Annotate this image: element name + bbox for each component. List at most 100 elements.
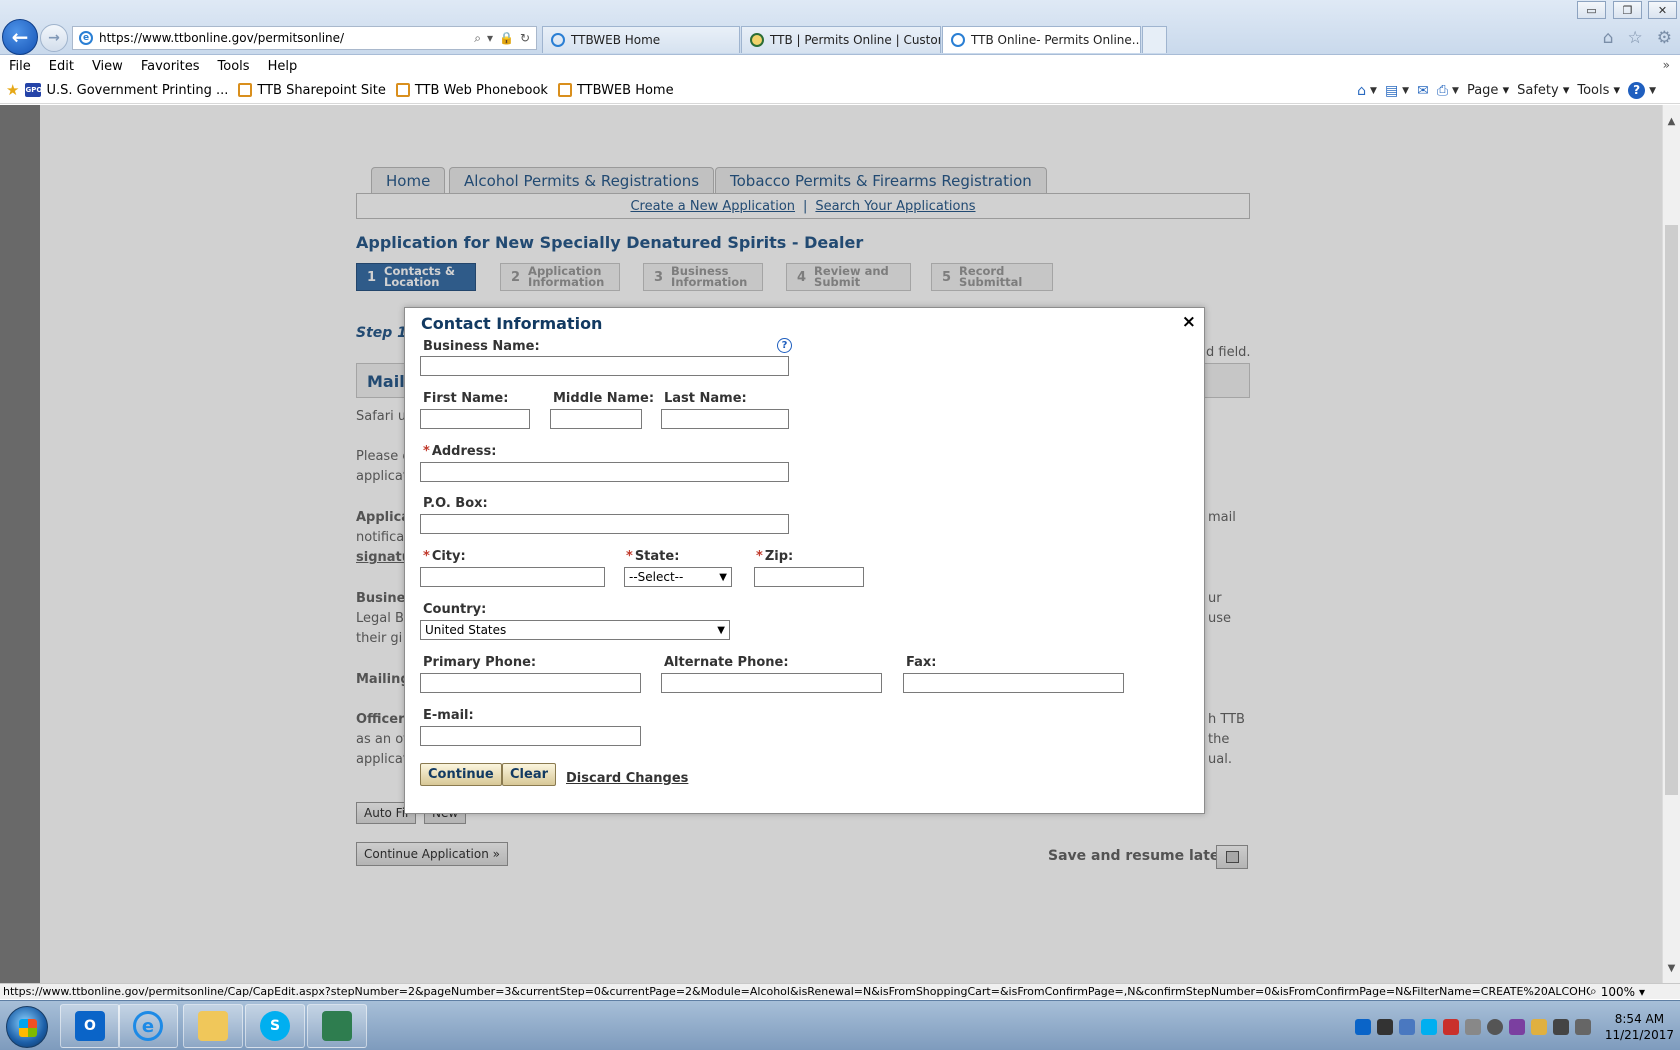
skype-tray-icon[interactable] xyxy=(1420,1019,1437,1035)
volume-tray-icon[interactable] xyxy=(1574,1019,1591,1035)
menu-file[interactable]: File xyxy=(0,59,40,74)
zip-input[interactable] xyxy=(754,567,864,587)
close-dialog-button[interactable]: × xyxy=(1182,312,1196,332)
last-name-input[interactable] xyxy=(661,409,789,429)
refresh-icon[interactable]: ↻ xyxy=(520,31,530,46)
city-input[interactable] xyxy=(420,567,605,587)
clear-button[interactable]: Clear xyxy=(502,763,556,786)
home-icon[interactable]: ⌂ xyxy=(1357,83,1366,99)
menu-edit[interactable]: Edit xyxy=(40,59,83,74)
safety-menu[interactable]: Safety ▾ xyxy=(1517,83,1569,98)
country-select[interactable]: United States ▼ xyxy=(420,620,730,640)
favorite-phonebook[interactable]: TTB Web Phonebook xyxy=(395,83,548,98)
alternate-phone-label: Alternate Phone: xyxy=(664,655,789,670)
start-button[interactable] xyxy=(6,1006,48,1048)
dropdown-arrow-icon[interactable]: ▼ xyxy=(1370,86,1377,96)
print-icon[interactable]: ⎙ xyxy=(1437,83,1448,99)
dropdown-arrow-icon[interactable]: ▼ xyxy=(1452,86,1459,96)
taskbar-internet-explorer[interactable]: e xyxy=(118,1004,178,1048)
po-box-input[interactable] xyxy=(420,514,789,534)
address-bar[interactable]: e https://www.ttbonline.gov/permitsonlin… xyxy=(72,26,537,50)
scroll-thumb[interactable] xyxy=(1665,225,1678,795)
alternate-phone-input[interactable] xyxy=(661,673,882,693)
help-icon[interactable]: ? xyxy=(1628,82,1646,99)
address-input[interactable] xyxy=(420,462,789,482)
zoom-control[interactable]: ⌕ 100% ▾ xyxy=(1590,984,1680,999)
sync-tray-icon[interactable] xyxy=(1486,1019,1503,1035)
outlook-tray-icon[interactable] xyxy=(1354,1019,1371,1035)
favorite-gpo[interactable]: GPO U.S. Government Printing ... xyxy=(25,83,228,98)
shield-tray-icon[interactable] xyxy=(1442,1019,1459,1035)
back-arrow-icon: ← xyxy=(11,25,29,49)
favorites-star-icon[interactable]: ☆ xyxy=(1628,28,1643,48)
menu-tools[interactable]: Tools xyxy=(209,59,259,74)
tool-tray-icon[interactable] xyxy=(1530,1019,1547,1035)
dropdown-arrow-icon[interactable]: ▾ xyxy=(487,31,493,46)
first-name-input[interactable] xyxy=(420,409,530,429)
chevron-down-icon: ▼ xyxy=(717,624,725,636)
scroll-down-icon[interactable]: ▼ xyxy=(1663,960,1680,977)
menu-help[interactable]: Help xyxy=(259,59,307,74)
email-input[interactable] xyxy=(420,726,641,746)
favorite-label: TTB Sharepoint Site xyxy=(257,82,386,98)
home-icon[interactable]: ⌂ xyxy=(1603,28,1614,48)
status-url: https://www.ttbonline.gov/permitsonline/… xyxy=(3,985,1590,998)
device-tray-icon[interactable] xyxy=(1464,1019,1481,1035)
people-tray-icon[interactable] xyxy=(1398,1019,1415,1035)
menu-view[interactable]: View xyxy=(83,59,132,74)
network-tray-icon[interactable] xyxy=(1552,1019,1569,1035)
favorite-icon xyxy=(238,83,253,97)
taskbar-file-explorer[interactable] xyxy=(183,1004,243,1048)
continue-button[interactable]: Continue xyxy=(420,763,502,786)
taskbar-outlook[interactable]: O xyxy=(60,1004,120,1048)
pen-tray-icon[interactable] xyxy=(1376,1019,1393,1035)
fax-input[interactable] xyxy=(903,673,1124,693)
menu-favorites[interactable]: Favorites xyxy=(132,59,209,74)
windows-logo-icon xyxy=(19,1019,37,1037)
tab-ttb-online-permits[interactable]: TTB Online- Permits Online... ✕ xyxy=(942,26,1141,53)
scroll-up-icon[interactable]: ▲ xyxy=(1663,113,1680,130)
back-button[interactable]: ← xyxy=(2,19,38,55)
feeds-icon[interactable]: ▤ xyxy=(1385,83,1398,99)
favorite-label: U.S. Government Printing ... xyxy=(46,82,229,98)
dialog-title: Contact Information xyxy=(421,314,603,333)
taskbar-app[interactable] xyxy=(307,1004,367,1048)
address-label: * Address: xyxy=(423,444,497,459)
address-url[interactable]: https://www.ttbonline.gov/permitsonline/ xyxy=(99,31,474,45)
onenote-tray-icon[interactable] xyxy=(1508,1019,1525,1035)
close-window-button[interactable]: ✕ xyxy=(1648,1,1677,19)
minimize-button[interactable]: ▭ xyxy=(1577,1,1606,19)
mail-icon[interactable]: ✉ xyxy=(1417,83,1429,99)
primary-phone-input[interactable] xyxy=(420,673,641,693)
first-name-label: First Name: xyxy=(423,391,509,406)
favorite-sharepoint[interactable]: TTB Sharepoint Site xyxy=(238,82,386,98)
business-name-input[interactable] xyxy=(420,356,789,376)
search-icon[interactable]: ⌕ xyxy=(474,31,481,46)
page-menu[interactable]: Page ▾ xyxy=(1467,83,1509,98)
lock-icon[interactable]: 🔒 xyxy=(499,31,514,46)
middle-name-input[interactable] xyxy=(550,409,642,429)
system-clock[interactable]: 8:54 AM 11/21/2017 xyxy=(1605,1011,1674,1043)
tools-menu[interactable]: Tools ▾ xyxy=(1577,83,1620,98)
contact-information-dialog: Contact Information × Business Name: ? F… xyxy=(404,307,1205,814)
favorites-star-icon[interactable]: ★ xyxy=(6,81,19,99)
favorite-ttbweb-home[interactable]: TTBWEB Home xyxy=(557,83,674,98)
vertical-scrollbar[interactable]: ▲ ▼ xyxy=(1662,105,1680,983)
chevron-icon[interactable]: » xyxy=(1663,58,1670,72)
forward-button[interactable]: → xyxy=(40,24,68,52)
settings-gear-icon[interactable]: ⚙ xyxy=(1657,28,1672,48)
restore-button[interactable]: ❐ xyxy=(1613,1,1642,19)
middle-name-label: Middle Name: xyxy=(553,391,655,406)
ie-page-icon: e xyxy=(79,31,93,45)
taskbar-skype[interactable]: S xyxy=(245,1004,305,1048)
help-icon[interactable]: ? xyxy=(777,338,792,353)
clock-date: 11/21/2017 xyxy=(1604,1028,1674,1042)
dropdown-arrow-icon[interactable]: ▼ xyxy=(1649,86,1656,96)
tab-permits-online-custom[interactable]: TTB | Permits Online | Custom... xyxy=(741,26,941,53)
skype-icon: S xyxy=(260,1011,290,1041)
tab-ttbweb-home[interactable]: TTBWEB Home xyxy=(542,26,740,53)
dropdown-arrow-icon[interactable]: ▼ xyxy=(1402,86,1409,96)
state-select[interactable]: --Select-- ▼ xyxy=(624,567,732,587)
discard-changes-link[interactable]: Discard Changes xyxy=(566,771,688,786)
new-tab-button[interactable] xyxy=(1142,26,1167,53)
